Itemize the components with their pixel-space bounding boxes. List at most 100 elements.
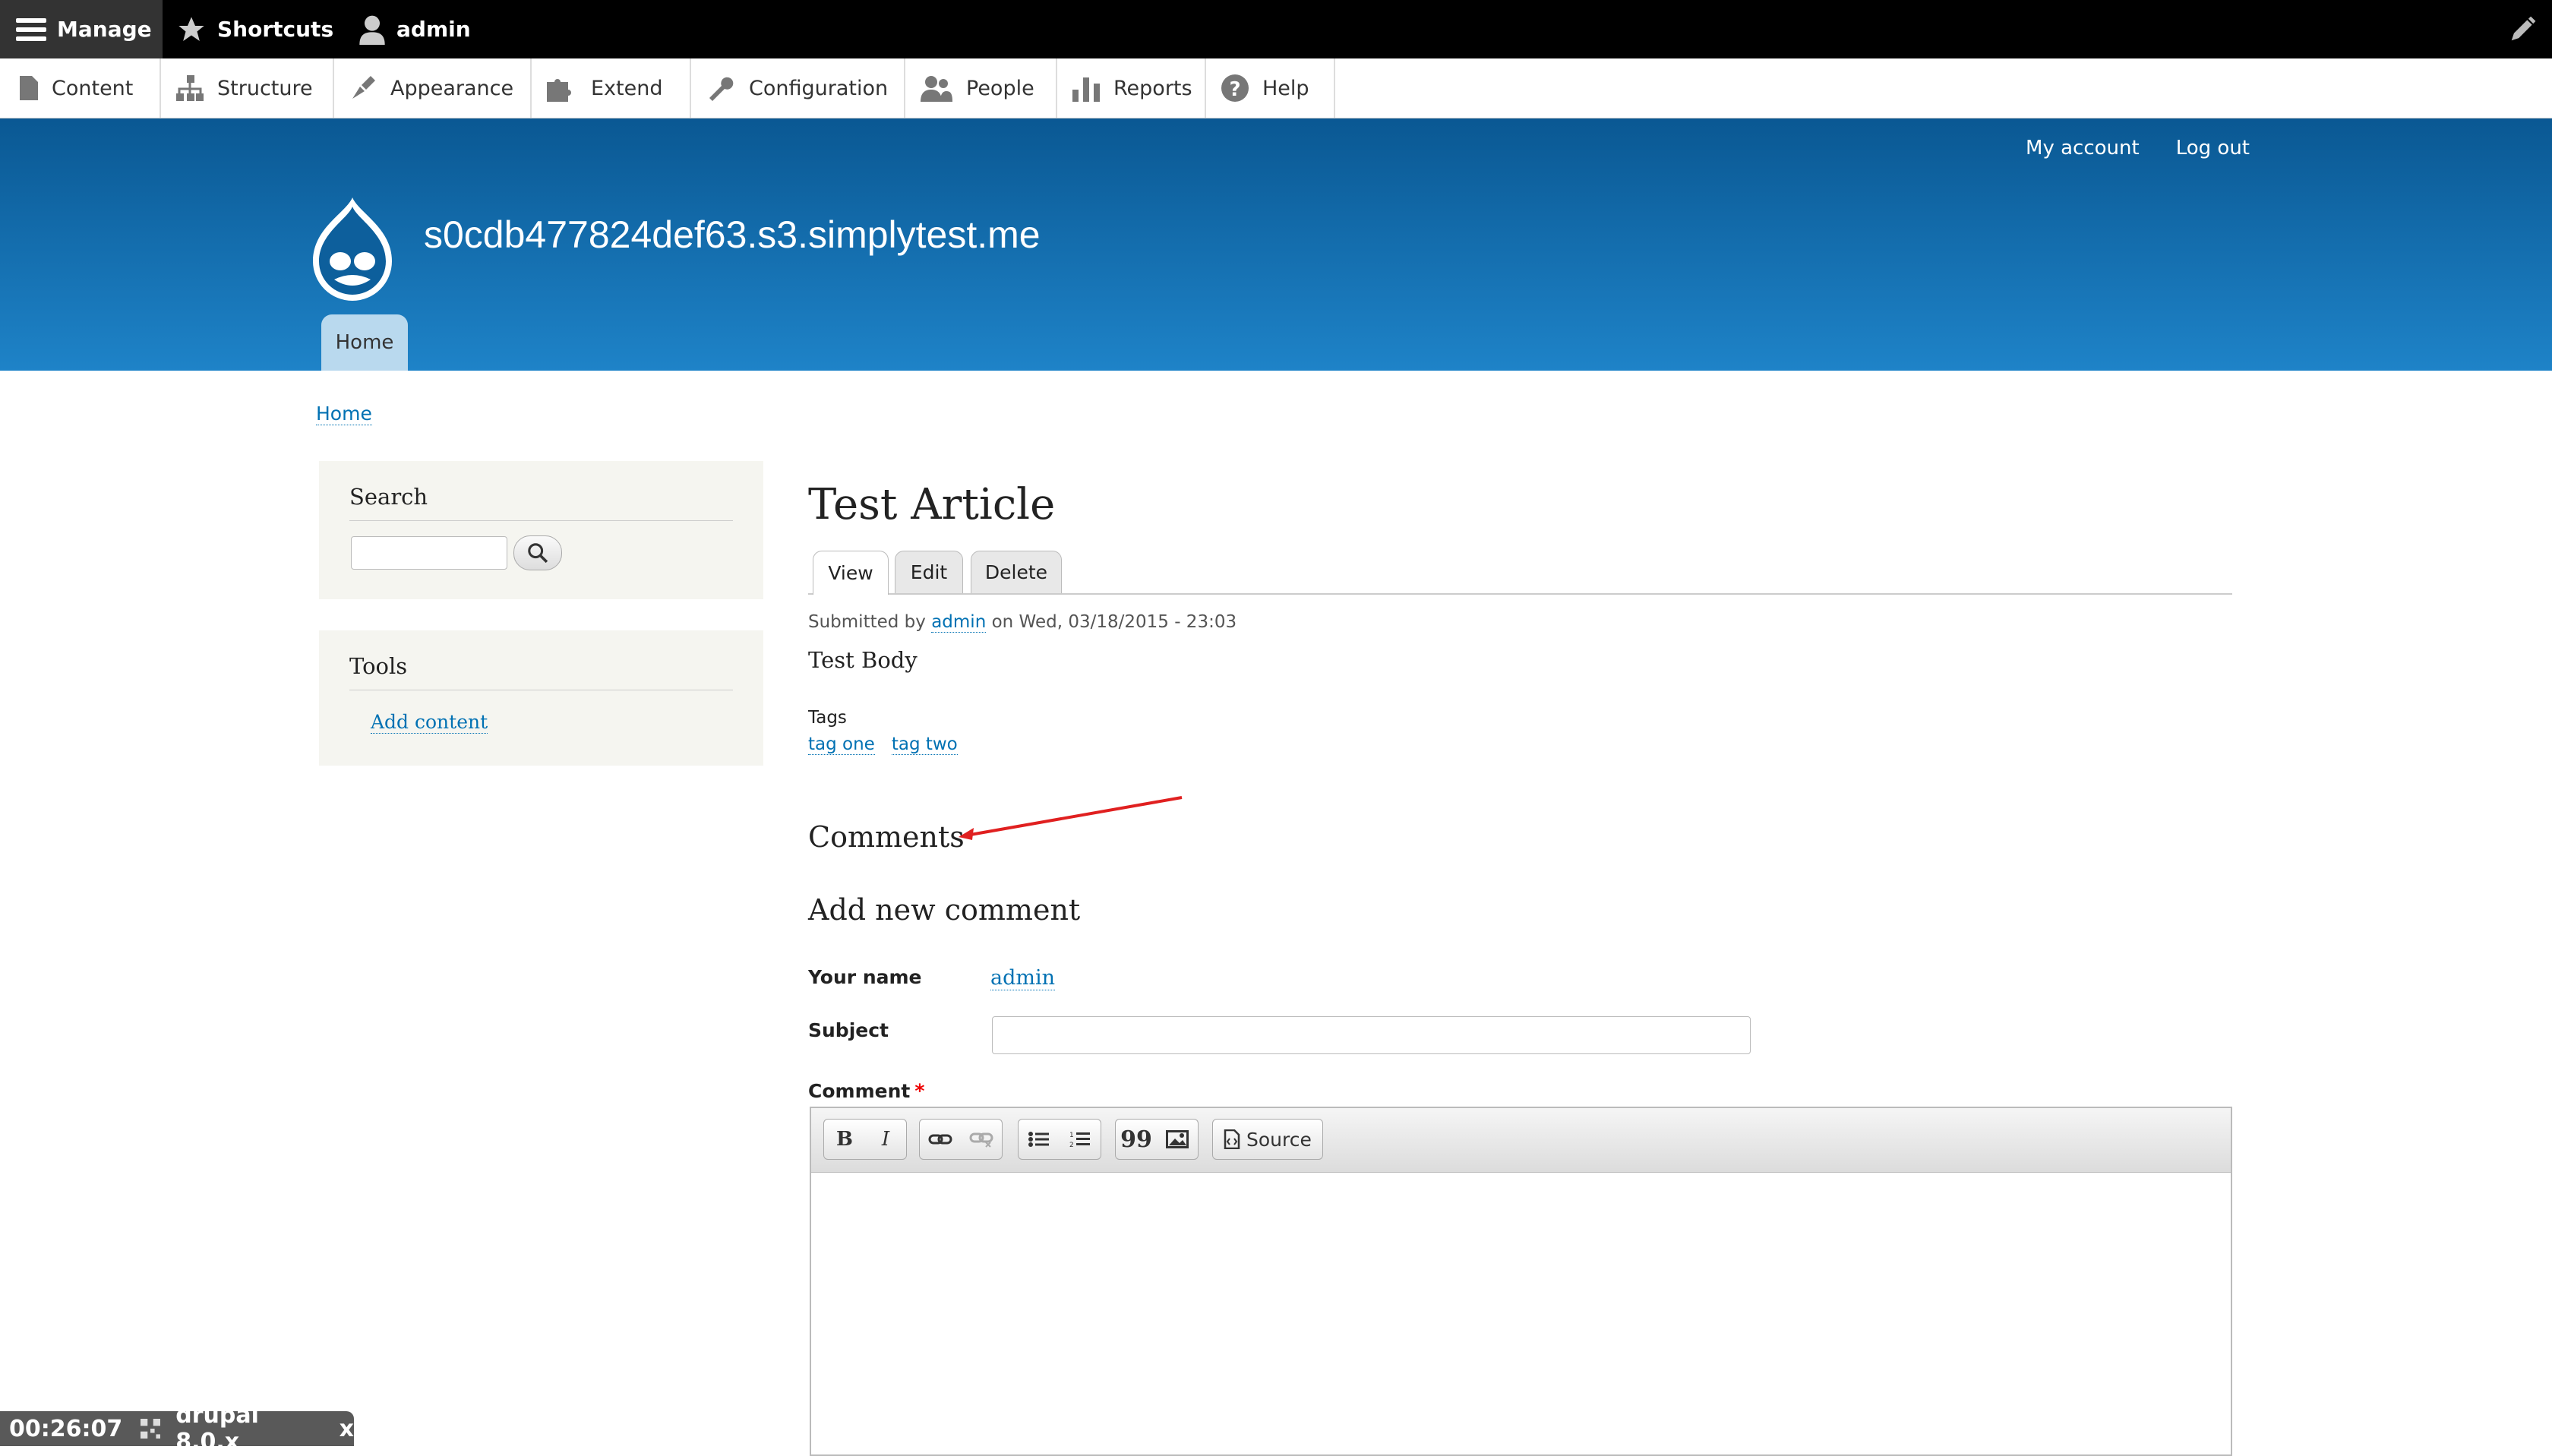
tab-edit[interactable]: Edit <box>895 551 963 593</box>
add-comment-heading: Add new comment <box>808 893 1081 927</box>
wrench-icon <box>709 77 734 101</box>
source-button[interactable]: Source <box>1213 1129 1322 1151</box>
article-body: Test Body <box>808 647 918 673</box>
tray-item-extend[interactable]: Extend <box>532 58 691 118</box>
session-timer: 00:26:07 <box>9 1415 123 1442</box>
bulleted-list-icon <box>1028 1132 1049 1147</box>
close-icon[interactable]: x <box>340 1416 354 1442</box>
comment-label: Comment * <box>808 1080 924 1102</box>
submitted-info: Submitted by admin on Wed, 03/18/2015 - … <box>808 612 1237 633</box>
editor-group-source: Source <box>1212 1119 1323 1160</box>
tray-item-reports[interactable]: Reports <box>1057 58 1206 118</box>
comments-heading: Comments <box>808 820 965 854</box>
breadcrumb-home-link[interactable]: Home <box>316 403 372 425</box>
unlink-icon <box>969 1132 993 1148</box>
tray-item-label: Help <box>1262 76 1309 100</box>
tray-item-appearance[interactable]: Appearance <box>334 58 532 118</box>
admin-toolbar: Manage Shortcuts admin <box>0 0 2552 58</box>
site-header: My account Log out s0cdb477824def63.s3.s… <box>0 118 2552 371</box>
tray-item-label: Extend <box>591 76 663 100</box>
tray-item-people[interactable]: People <box>905 58 1057 118</box>
link-icon <box>928 1134 952 1145</box>
people-icon <box>921 76 952 102</box>
image-icon <box>1166 1130 1189 1148</box>
manage-label: Manage <box>57 17 152 42</box>
user-icon <box>359 15 385 45</box>
tab-home[interactable]: Home <box>321 314 408 371</box>
tray-item-label: Reports <box>1113 76 1192 100</box>
tools-block: Tools Add content <box>319 630 763 766</box>
tray-item-content[interactable]: Content <box>0 58 161 118</box>
tray-item-label: Content <box>52 76 134 100</box>
help-icon: ? <box>1221 74 1249 102</box>
puzzle-icon <box>547 79 571 102</box>
user-label: admin <box>396 17 471 42</box>
numbered-list-icon: 12 <box>1069 1132 1090 1148</box>
star-icon <box>178 16 204 41</box>
tag-link[interactable]: tag one <box>808 734 875 755</box>
image-button[interactable] <box>1157 1120 1198 1159</box>
user-button[interactable]: admin <box>358 0 471 58</box>
tools-block-title: Tools <box>349 630 733 690</box>
editor-group-lists: 12 <box>1018 1119 1101 1160</box>
paintbrush-icon <box>352 76 375 99</box>
site-name[interactable]: s0cdb477824def63.s3.simplytest.me <box>424 213 1041 257</box>
unlink-button[interactable] <box>961 1120 1002 1159</box>
local-tasks: View Edit Delete <box>808 551 2232 595</box>
blockquote-button[interactable]: 99 <box>1116 1120 1157 1159</box>
submitted-prefix: Submitted by <box>808 612 926 632</box>
bulleted-list-button[interactable] <box>1019 1120 1060 1159</box>
manage-button[interactable]: Manage <box>0 0 163 58</box>
svg-text:1: 1 <box>1069 1132 1074 1139</box>
source-label: Source <box>1246 1128 1312 1151</box>
sitemap-icon <box>176 75 204 101</box>
tab-delete[interactable]: Delete <box>971 551 1062 593</box>
qr-code-icon[interactable] <box>141 1418 161 1439</box>
page-title: Test Article <box>808 480 1056 529</box>
tab-view[interactable]: View <box>813 551 889 595</box>
tag-link[interactable]: tag two <box>891 734 958 755</box>
secondary-menu: My account Log out <box>2026 137 2250 159</box>
editor-toolbar: B I 12 99 Source <box>811 1108 2231 1173</box>
log-out-link[interactable]: Log out <box>2176 137 2250 159</box>
annotation-arrow-icon <box>959 796 1183 840</box>
author-link[interactable]: admin <box>931 612 987 633</box>
source-icon <box>1224 1129 1240 1149</box>
search-block: Search <box>319 461 763 599</box>
shortcuts-button[interactable]: Shortcuts <box>176 0 333 58</box>
comment-label-text: Comment <box>808 1080 911 1102</box>
italic-button[interactable]: I <box>865 1120 906 1159</box>
tray-item-configuration[interactable]: Configuration <box>691 58 905 118</box>
editor-group-media: 99 <box>1115 1119 1199 1160</box>
your-name-link[interactable]: admin <box>990 966 1056 990</box>
tray-item-help[interactable]: ? Help <box>1206 58 1335 118</box>
tags-list: tag one tag two <box>808 734 958 755</box>
link-button[interactable] <box>920 1120 961 1159</box>
breadcrumb: Home <box>316 403 372 425</box>
my-account-link[interactable]: My account <box>2026 137 2140 159</box>
editor-group-links <box>919 1119 1003 1160</box>
simplytest-overlay: 00:26:07 drupal 8.0.x x <box>0 1402 354 1455</box>
menu-icon <box>16 18 46 41</box>
search-button[interactable] <box>513 535 562 570</box>
tray-item-label: People <box>966 76 1034 100</box>
pencil-icon[interactable] <box>2508 15 2537 44</box>
shortcuts-label: Shortcuts <box>217 17 334 42</box>
comment-textarea[interactable] <box>811 1172 2231 1454</box>
subject-label: Subject <box>808 1019 889 1041</box>
required-marker: * <box>914 1080 925 1102</box>
your-name-label: Your name <box>808 966 922 988</box>
search-input[interactable] <box>351 536 507 570</box>
admin-tray: Content Structure Appearance Extend Conf… <box>0 58 2552 118</box>
tray-item-structure[interactable]: Structure <box>161 58 334 118</box>
editor-group-basic: B I <box>823 1119 907 1160</box>
numbered-list-button[interactable]: 12 <box>1060 1120 1101 1159</box>
drupal-logo-icon[interactable] <box>307 194 398 301</box>
subject-input[interactable] <box>992 1016 1751 1054</box>
bold-button[interactable]: B <box>824 1120 865 1159</box>
tray-item-label: Configuration <box>749 76 889 100</box>
comment-editor: B I 12 99 Source <box>810 1107 2232 1456</box>
instance-label: drupal 8.0.x <box>175 1402 259 1455</box>
svg-text:?: ? <box>1229 78 1240 101</box>
add-content-link[interactable]: Add content <box>371 711 488 734</box>
